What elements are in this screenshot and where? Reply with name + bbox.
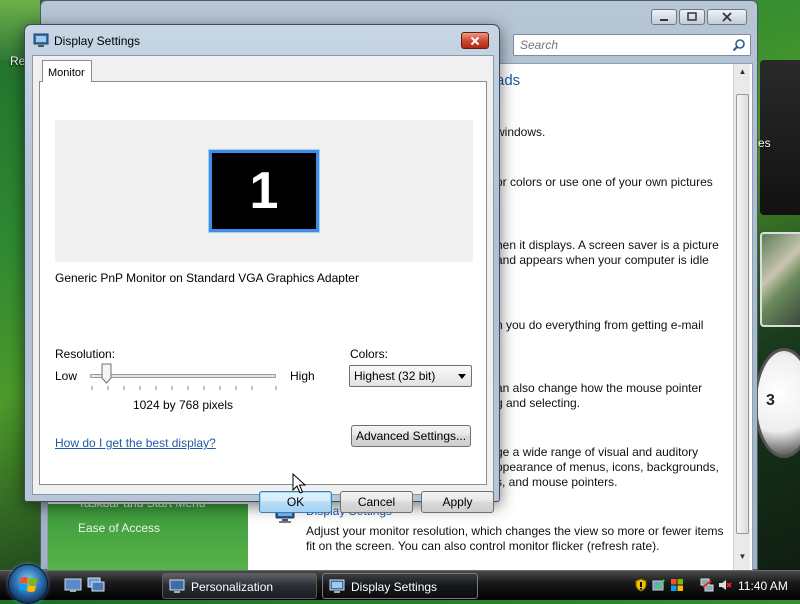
search-box[interactable] — [513, 34, 751, 56]
taskbar-button-display-settings[interactable]: Display Settings — [322, 573, 478, 599]
sidebar-item-ease-of-access[interactable]: Ease of Access — [78, 521, 160, 535]
option-desc-line: and appears when your computer is idle — [496, 253, 709, 267]
monitor-arrangement-area: 1 — [55, 120, 473, 262]
resolution-value: 1024 by 768 pixels — [132, 398, 234, 412]
option-desc-line: ppearance of menus, icons, backgrounds, — [496, 460, 719, 474]
resolution-slider-thumb[interactable] — [101, 363, 112, 384]
minimize-icon — [660, 19, 668, 21]
monitor-adapter-label: Generic PnP Monitor on Standard VGA Grap… — [55, 271, 359, 285]
dialog-title: Display Settings — [54, 34, 141, 48]
notification-area: 11:40 AM — [630, 574, 800, 598]
monitor-number: 1 — [249, 162, 279, 220]
close-icon — [470, 36, 480, 45]
slideshow-gadget[interactable] — [760, 232, 800, 327]
colors-label: Colors: — [350, 347, 389, 361]
clock-face — [754, 348, 800, 458]
option-desc-line: ge a wide range of visual and auditory — [496, 445, 699, 459]
network-icon[interactable] — [700, 578, 714, 592]
search-input[interactable] — [514, 35, 724, 55]
switch-windows-icon[interactable] — [87, 577, 105, 593]
option-desc-line: s, and mouse pointers. — [496, 475, 618, 489]
monitor-1-tile[interactable]: 1 — [208, 149, 320, 233]
search-icon[interactable] — [732, 38, 746, 52]
scroll-up-arrow-icon[interactable]: ▲ — [737, 67, 748, 77]
display-settings-description: Adjust your monitor resolution, which ch… — [306, 524, 724, 553]
task-pane: Taskbar and Start Menu Ease of Access — [48, 496, 248, 570]
apply-button[interactable]: Apply — [421, 491, 494, 513]
monitor-icon — [169, 579, 185, 593]
option-desc-line: hen it displays. A screen saver is a pic… — [496, 238, 719, 252]
taskbar-button-label: Personalization — [191, 580, 274, 594]
slider-ticks — [91, 386, 277, 390]
security-shield-icon[interactable] — [634, 578, 648, 592]
option-desc-line: g and selecting. — [496, 396, 581, 410]
mouse-cursor-icon — [292, 473, 306, 494]
vertical-scrollbar[interactable]: ▲ ▼ — [733, 64, 750, 570]
resolution-label: Resolution: — [55, 347, 116, 361]
window-caption-buttons — [651, 9, 747, 25]
maximize-icon — [687, 12, 697, 21]
volume-muted-icon[interactable] — [718, 578, 732, 592]
option-desc-line: an also change how the mouse pointer — [496, 381, 703, 395]
windows-logo-icon — [19, 577, 37, 592]
chevron-down-icon — [458, 374, 466, 379]
slider-low-label: Low — [55, 369, 78, 383]
gadget-label: es — [758, 136, 771, 150]
show-desktop-icon[interactable] — [64, 577, 82, 593]
dialog-body: Monitor 1 Generic PnP Monitor on Standar… — [32, 55, 494, 513]
close-button[interactable] — [707, 9, 747, 25]
clock-numeral: 3 — [766, 392, 775, 409]
scroll-down-arrow-icon[interactable]: ▼ — [737, 552, 748, 562]
option-desc-line: windows. — [496, 125, 546, 139]
slider-high-label: High — [290, 369, 315, 383]
start-button[interactable] — [8, 564, 48, 604]
colors-selected-value: Highest (32 bit) — [354, 369, 436, 383]
cancel-button[interactable]: Cancel — [340, 491, 413, 513]
taskbar-button-label: Display Settings — [351, 580, 438, 594]
dialog-close-button[interactable] — [461, 32, 489, 49]
taskbar: Personalization Display Settings 11:40 A… — [0, 564, 800, 604]
display-settings-icon — [329, 579, 345, 593]
colors-dropdown[interactable]: Highest (32 bit) — [349, 365, 472, 387]
windows-flag-icon[interactable] — [670, 578, 684, 592]
minimize-button[interactable] — [651, 9, 677, 25]
display-settings-icon — [33, 33, 49, 47]
advanced-settings-button[interactable]: Advanced Settings... — [351, 425, 471, 447]
scrollbar-thumb[interactable] — [736, 94, 749, 534]
help-link[interactable]: How do I get the best display? — [55, 436, 216, 450]
display-settings-dialog: Display Settings Monitor 1 Generic PnP M… — [24, 24, 500, 513]
option-desc-line: n you do everything from getting e-mail — [496, 318, 704, 332]
clock-gadget[interactable]: 3 — [754, 348, 800, 458]
taskbar-button-personalization[interactable]: Personalization — [162, 573, 317, 599]
maximize-button[interactable] — [679, 9, 705, 25]
sync-check-icon[interactable] — [652, 578, 666, 592]
resolution-slider-track[interactable] — [90, 374, 276, 378]
option-desc-line: or colors or use one of your own picture… — [496, 175, 713, 189]
monitor-tab-panel: 1 Generic PnP Monitor on Standard VGA Gr… — [39, 81, 487, 485]
close-icon — [722, 12, 732, 22]
tab-monitor[interactable]: Monitor — [42, 60, 92, 82]
taskbar-clock[interactable]: 11:40 AM — [738, 579, 788, 593]
